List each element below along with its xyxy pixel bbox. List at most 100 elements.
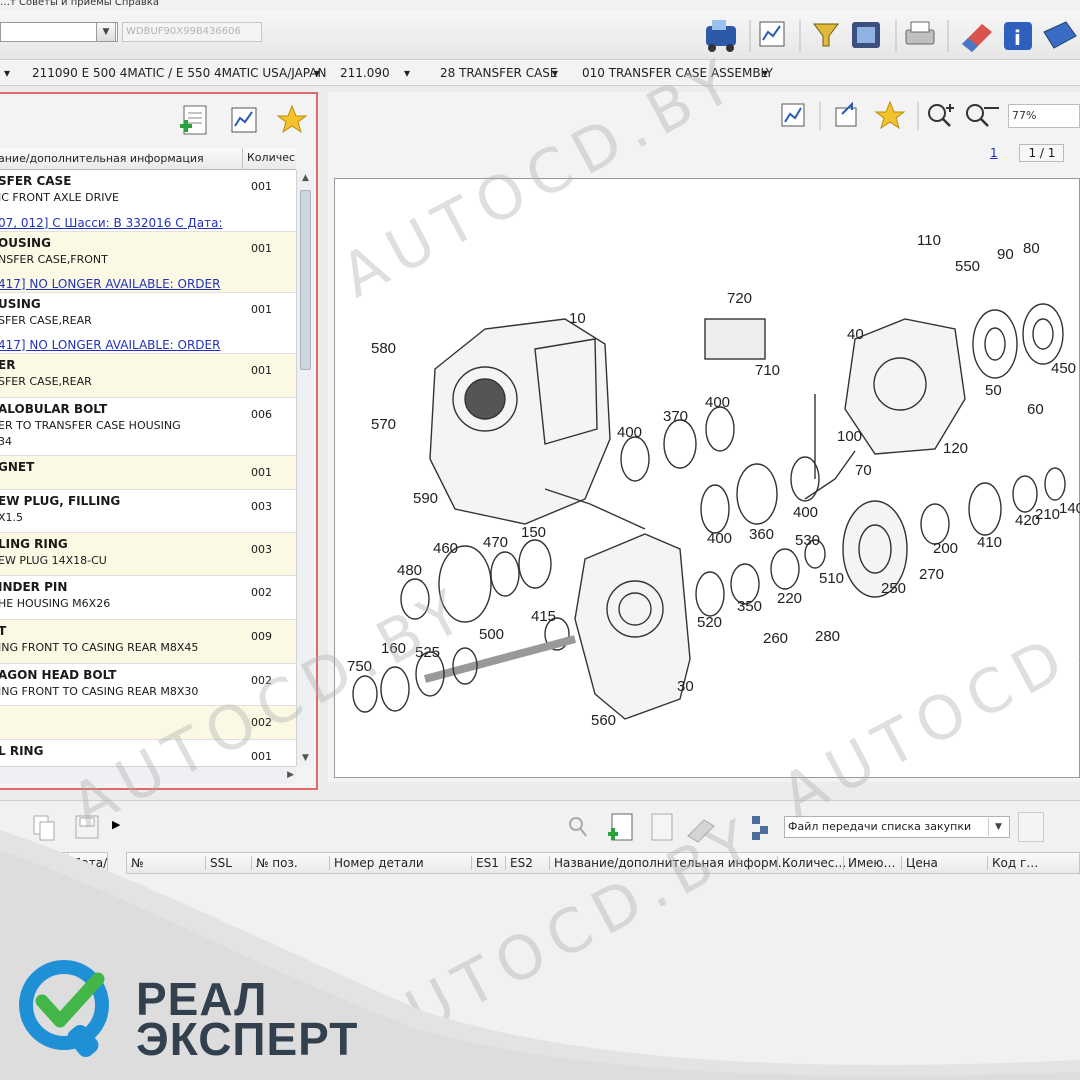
callout-label[interactable]: 220	[777, 590, 802, 607]
callout-label[interactable]: 120	[943, 440, 968, 457]
callout-label[interactable]: 520	[697, 614, 722, 631]
part-link[interactable]: 07, 012] С Шасси: В 332016 С Дата:	[0, 216, 223, 230]
breadcrumb-model[interactable]: 211090 E 500 4MATIC / E 550 4MATIC USA/J…	[32, 66, 326, 80]
part-qty: 001	[251, 364, 272, 377]
callout-label[interactable]: 590	[413, 490, 438, 507]
chevron-down-icon[interactable]: ▾	[4, 66, 10, 80]
table-row[interactable]: EW PLUG, FILLING X1.5 003	[0, 490, 296, 533]
scroll-down-icon[interactable]: ▼	[297, 750, 314, 766]
table-row[interactable]: OUSING NSFER CASE,FRONT 417] NO LONGER A…	[0, 232, 296, 293]
callout-label[interactable]: 580	[371, 340, 396, 357]
callout-label[interactable]: 400	[617, 424, 642, 441]
callout-label[interactable]: 530	[795, 532, 820, 549]
table-row[interactable]: T ING FRONT TO CASING REAR M8X45 009	[0, 620, 296, 664]
edit-chart-icon[interactable]	[781, 103, 805, 127]
star-icon[interactable]	[874, 100, 906, 130]
callout-label[interactable]: 50	[985, 382, 1002, 399]
part-qty: 001	[251, 242, 272, 255]
callout-label[interactable]: 360	[749, 526, 774, 543]
callout-label[interactable]: 470	[483, 534, 508, 551]
callout-label[interactable]: 500	[479, 626, 504, 643]
print-icon[interactable]	[905, 21, 935, 45]
chevron-down-icon[interactable]: ▾	[762, 66, 768, 80]
table-row[interactable]: LING RING EW PLUG 14X18-CU 003	[0, 533, 296, 576]
callout-label[interactable]: 250	[881, 580, 906, 597]
eraser-icon[interactable]	[962, 24, 992, 52]
table-row[interactable]: INDER PIN HE HOUSING M6X26 002	[0, 576, 296, 620]
table-row[interactable]: GNET 001	[0, 456, 296, 490]
callout-label[interactable]: 150	[521, 524, 546, 541]
callout-label[interactable]: 30	[677, 678, 694, 695]
column-qty-header[interactable]: Количес	[242, 148, 295, 170]
callout-label[interactable]: 460	[433, 540, 458, 557]
fit-screen-icon[interactable]	[852, 22, 880, 48]
zoom-select[interactable]: 77%	[1008, 104, 1080, 128]
edit-chart-icon[interactable]	[759, 21, 785, 47]
part-qty: 003	[251, 543, 272, 556]
callout-label[interactable]: 110	[917, 232, 941, 249]
chevron-down-icon[interactable]: ▾	[552, 66, 558, 80]
toolbar-icons: i	[706, 20, 1077, 52]
table-row[interactable]: ALOBULAR BOLT ER TO TRANSFER CASE HOUSIN…	[0, 398, 296, 456]
column-name-header[interactable]: ание/дополнительная информация	[0, 152, 204, 165]
callout-label[interactable]: 60	[1027, 401, 1044, 418]
callout-label[interactable]: 560	[591, 712, 616, 729]
edit-chart-icon[interactable]	[231, 107, 257, 133]
callout-label[interactable]: 80	[1023, 240, 1040, 257]
callout-label[interactable]: 140	[1059, 500, 1080, 517]
callout-label[interactable]: 415	[531, 608, 556, 625]
svg-text:i: i	[1014, 26, 1021, 50]
callout-label[interactable]: 200	[933, 540, 958, 557]
callout-label[interactable]: 720	[727, 290, 752, 307]
chevron-down-icon[interactable]: ▾	[314, 66, 320, 80]
menu-bar-text[interactable]: …т Советы и приемы Справка	[0, 0, 159, 8]
callout-label[interactable]: 260	[763, 630, 788, 647]
page-link[interactable]: 1	[990, 146, 998, 160]
callout-label[interactable]: 400	[705, 394, 730, 411]
table-row[interactable]: SFER CASE IC FRONT AXLE DRIVE 07, 012] С…	[0, 170, 296, 232]
add-to-list-icon[interactable]	[180, 105, 207, 135]
dropdown-arrow-icon[interactable]: ▼	[96, 22, 116, 42]
vin-field[interactable]: WDBUF90X99B436606	[122, 22, 262, 42]
breadcrumb-group[interactable]: 28 TRANSFER CASE	[440, 66, 558, 80]
callout-label[interactable]: 40	[847, 326, 864, 343]
page-counter: 1 / 1	[1019, 144, 1065, 162]
expand-icon[interactable]	[835, 101, 857, 127]
scroll-thumb[interactable]	[300, 190, 311, 370]
callout-label[interactable]: 410	[977, 534, 1002, 551]
callout-label[interactable]: 280	[815, 628, 840, 645]
pager: 1 1 / 1	[990, 144, 1065, 162]
zoom-in-icon[interactable]	[928, 104, 954, 127]
part-info: ER TO TRANSFER CASE HOUSING	[0, 419, 181, 432]
callout-label[interactable]: 350	[737, 598, 762, 615]
callout-label[interactable]: 710	[755, 362, 780, 379]
callout-label[interactable]: 100	[837, 428, 862, 445]
callout-label[interactable]: 210	[1035, 506, 1060, 523]
callout-label[interactable]: 90	[997, 246, 1014, 263]
callout-label[interactable]: 70	[855, 462, 872, 479]
callout-label[interactable]: 480	[397, 562, 422, 579]
scroll-right-icon[interactable]: ▶	[287, 767, 294, 783]
info-icon[interactable]: i	[1004, 22, 1032, 50]
callout-label[interactable]: 270	[919, 566, 944, 583]
star-icon[interactable]	[276, 104, 308, 134]
scroll-up-icon[interactable]: ▲	[297, 170, 314, 186]
callout-label[interactable]: 370	[663, 408, 688, 425]
part-link[interactable]: 417] NO LONGER AVAILABLE: ORDER	[0, 277, 220, 291]
chevron-down-icon[interactable]: ▾	[404, 66, 410, 80]
part-name: AGON HEAD BOLT	[0, 668, 117, 682]
callout-label[interactable]: 570	[371, 416, 396, 433]
table-row[interactable]: ER SFER CASE,REAR 001	[0, 354, 296, 398]
help-book-icon[interactable]	[1043, 21, 1077, 49]
callout-label[interactable]: 510	[819, 570, 844, 587]
breadcrumb-code[interactable]: 211.090	[340, 66, 390, 80]
part-link[interactable]: 417] NO LONGER AVAILABLE: ORDER	[0, 338, 220, 352]
callout-label[interactable]: 400	[707, 530, 732, 547]
callout-label[interactable]: 400	[793, 504, 818, 521]
callout-label[interactable]: 10	[569, 310, 586, 327]
zoom-out-icon[interactable]	[966, 104, 999, 127]
callout-label[interactable]: 450	[1051, 360, 1076, 377]
callout-label[interactable]: 550	[955, 258, 980, 275]
filter-icon[interactable]	[813, 23, 839, 47]
table-row[interactable]: USING SFER CASE,REAR 417] NO LONGER AVAI…	[0, 293, 296, 354]
